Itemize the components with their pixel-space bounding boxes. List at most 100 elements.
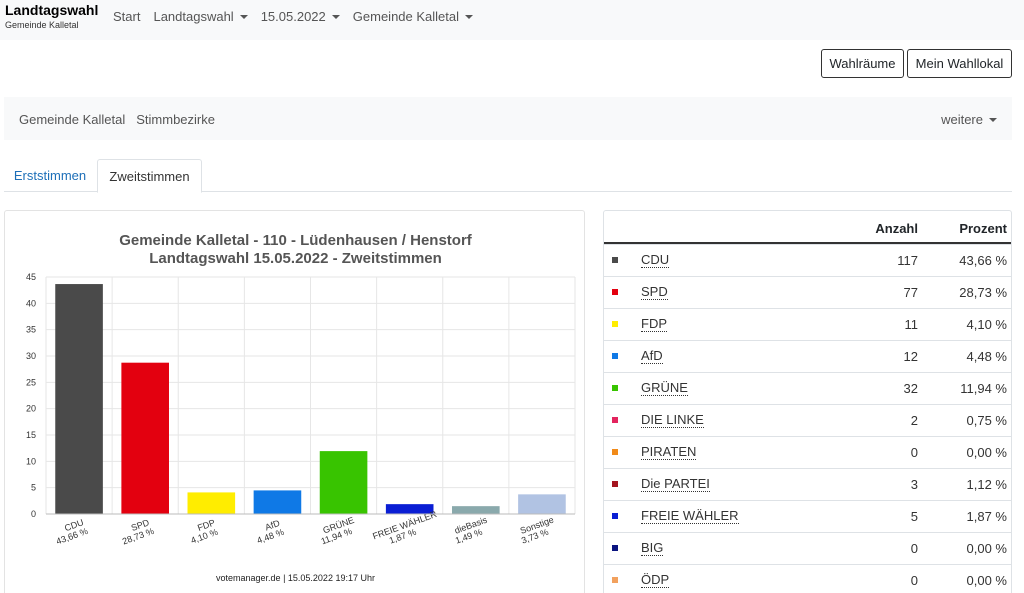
party-name-link[interactable]: GRÜNE [641,381,688,396]
tab-erststimmen[interactable]: Erststimmen [4,159,96,192]
nav-label: Landtagswahl [153,9,234,24]
party-color-swatch [612,577,618,583]
party-votes: 3 [910,477,918,492]
party-percent: 1,12 % [966,477,1007,492]
caret-down-icon [331,14,340,19]
nav-item-landtagswahl[interactable]: Landtagswahl [153,9,248,24]
table-row: BIG 0 0,00 % [604,532,1011,564]
party-color-swatch [612,353,618,359]
bar-cdu [55,284,103,514]
party-color-swatch [612,257,618,263]
table-row: CDU 117 43,66 % [604,244,1011,276]
chart-credit: votemanager.de | 15.05.2022 19:17 Uhr [216,573,375,583]
subnav-links: Gemeinde Kalletal Stimmbezirke [19,112,226,127]
party-name-link[interactable]: PIRATEN [641,445,697,460]
table-row: FDP 11 4,10 % [604,308,1011,340]
party-name-link[interactable]: BIG [641,541,664,556]
y-tick-label: 0 [31,509,36,519]
table-row: ÖDP 0 0,00 % [604,564,1011,593]
party-votes: 11 [904,317,919,332]
party-votes: 2 [910,413,918,428]
party-percent: 0,00 % [966,573,1007,588]
party-percent: 11,94 % [960,381,1007,396]
bar-diebasis [452,506,500,514]
party-percent: 4,48 % [966,349,1007,364]
chart-panel: 0 5 10 15 20 25 30 35 40 45 CDU 43,66 % SPD 28,73 % FD… [4,210,585,593]
party-name-link[interactable]: FREIE WÄHLER [641,509,739,524]
party-name-link[interactable]: AfD [641,349,663,364]
subnav-item-gemeinde[interactable]: Gemeinde Kalletal [19,112,125,127]
nav-item-date[interactable]: 15.05.2022 [261,9,340,24]
tab-zweitstimmen[interactable]: Zweitstimmen [97,159,202,193]
caret-down-icon [465,14,474,19]
party-votes: 0 [910,445,918,460]
party-percent: 0,00 % [966,445,1007,460]
party-votes: 12 [903,349,918,364]
bar-grüne [319,451,368,514]
party-votes: 77 [903,285,918,300]
main-nav: Start Landtagswahl 15.05.2022 Gemeinde K… [113,9,486,24]
party-color-swatch [612,545,618,551]
nav-label: Start [113,9,141,24]
nav-item-gemeinde[interactable]: Gemeinde Kalletal [352,9,474,24]
bar-sonstige [518,494,566,514]
party-name-link[interactable]: SPD [641,285,668,300]
results-table: Anzahl Prozent CDU 117 43,66 % SPD 77 28,73 %… [603,210,1012,593]
nav-label: Gemeinde Kalletal [352,9,460,24]
table-row: AfD 12 4,48 % [604,340,1011,372]
brand-title: Landtagswahl [5,2,99,18]
party-name-link[interactable]: FDP [641,317,667,332]
brand[interactable]: Landtagswahl Gemeinde Kalletal [5,2,98,31]
table-row: DIE LINKE 2 0,75 % [604,404,1011,436]
party-percent: 1,87 % [966,509,1007,524]
y-tick-label: 40 [26,298,36,308]
caret-down-icon [989,117,997,122]
table-row: GRÜNE 32 11,94 % [604,372,1011,404]
party-votes: 0 [910,541,918,556]
table-row: SPD 77 28,73 % [604,276,1011,308]
mein-wahllokal-button[interactable]: Mein Wahllokal [907,49,1012,78]
chart-title-line2: Landtagswahl 15.05.2022 - Zweitstimmen [149,250,442,267]
more-dropdown[interactable]: weitere [941,112,997,127]
subnav-item-stimmbezirke[interactable]: Stimmbezirke [136,112,215,127]
bar-spd [121,362,169,514]
results-bar-chart: 051015202530354045CDU43,66 %SPD28,73 %FD… [26,272,576,547]
party-votes: 5 [910,509,918,524]
party-percent: 4,10 % [966,317,1007,332]
column-header-prozent: Prozent [959,221,1007,236]
party-color-swatch [612,385,618,391]
party-name-link[interactable]: Die PARTEI [641,477,710,492]
vote-tabs: Erststimmen Zweitstimmen [4,159,1012,193]
party-color-swatch [612,289,618,295]
party-percent: 0,00 % [966,541,1007,556]
bar-fdp [187,492,236,514]
party-color-swatch [612,417,618,423]
party-color-swatch [612,449,618,455]
more-label: weitere [941,112,983,127]
table-row: PIRATEN 0 0,00 % [604,436,1011,468]
wahlraeume-button[interactable]: Wahlräume [821,49,904,78]
party-percent: 0,75 % [966,413,1007,428]
nav-label: 15.05.2022 [260,9,326,24]
brand-subtitle: Gemeinde Kalletal [5,20,79,30]
party-percent: 43,66 % [959,253,1007,268]
party-votes: 0 [910,573,918,588]
column-header-anzahl: Anzahl [875,221,918,236]
y-tick-label: 45 [26,272,36,282]
table-row: FREIE WÄHLER 5 1,87 % [604,500,1011,532]
y-tick-label: 5 [31,483,36,493]
table-row: Die PARTEI 3 1,12 % [604,468,1011,500]
party-name-link[interactable]: ÖDP [641,573,670,588]
party-color-swatch [612,513,618,519]
party-name-link[interactable]: CDU [641,253,670,268]
sub-navbar: Gemeinde Kalletal Stimmbezirke weitere [4,97,1012,140]
party-votes: 117 [897,253,918,268]
top-navbar: Landtagswahl Gemeinde Kalletal Start Lan… [0,0,1024,40]
party-name-link[interactable]: DIE LINKE [641,413,704,428]
nav-item-start[interactable]: Start [113,9,140,24]
y-tick-label: 10 [26,456,36,466]
y-tick-label: 30 [26,351,36,361]
table-header: Anzahl Prozent [604,211,1011,244]
party-color-swatch [612,321,618,327]
y-tick-label: 25 [26,377,36,387]
